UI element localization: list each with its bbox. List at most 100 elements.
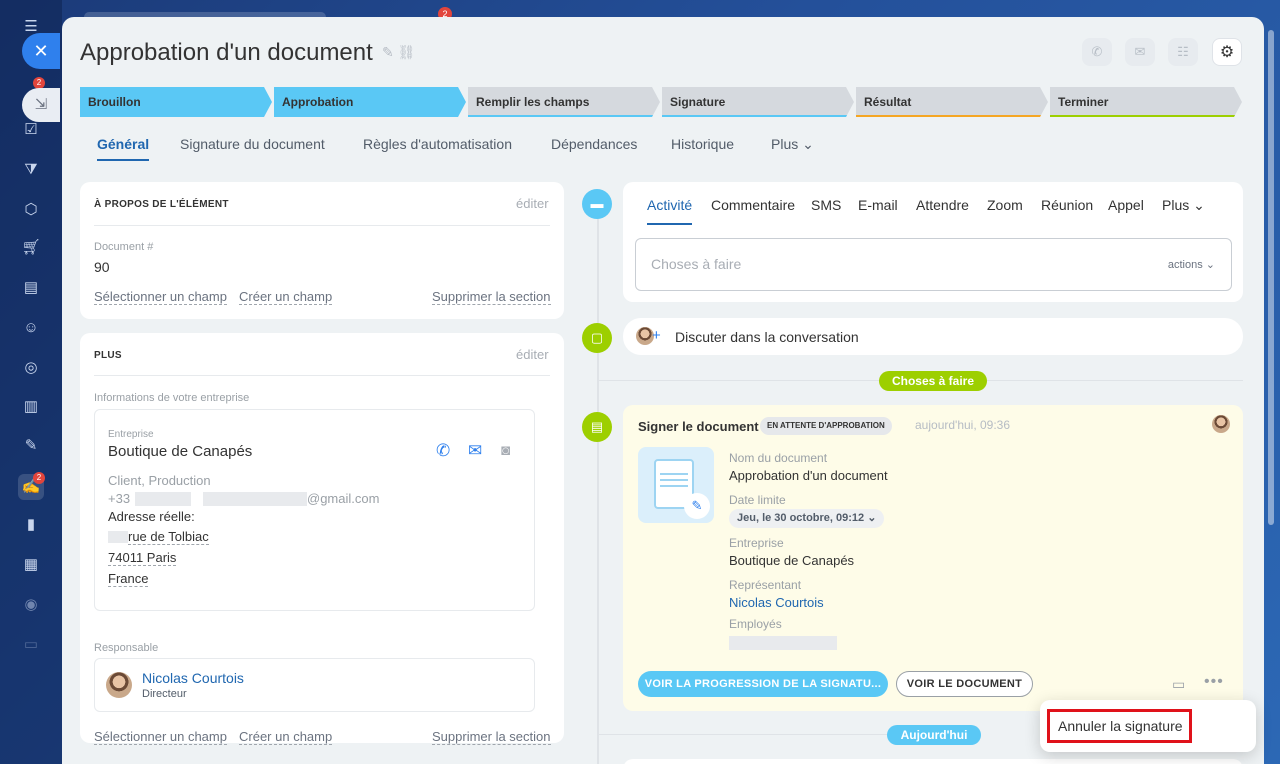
tab-comment[interactable]: Commentaire (711, 197, 795, 213)
stage-resultat[interactable]: Résultat (856, 87, 1048, 117)
doc-number-label: Document # (94, 241, 154, 253)
phone-icon[interactable]: ✆ (1082, 38, 1112, 66)
mail-icon[interactable]: ✉ (1125, 38, 1155, 66)
section-title: PLUS (94, 350, 122, 361)
chat-icon[interactable]: ◙ (501, 442, 510, 459)
edit-link[interactable]: éditer (516, 196, 549, 211)
chat-bar[interactable]: + Discuter dans la conversation (623, 318, 1243, 355)
select-field-link[interactable]: Sélectionner un champ (94, 729, 227, 745)
chevron-down-icon: ⌄ (867, 512, 877, 524)
pen-icon[interactable]: ✎ (21, 436, 41, 456)
avatar (106, 672, 132, 698)
responsible-name[interactable]: Nicolas Courtois (142, 670, 244, 686)
analytics-icon[interactable]: ▮ (21, 515, 41, 535)
deadline-label: Date limite (729, 493, 786, 507)
doc-number-value: 90 (94, 259, 110, 275)
create-field-link[interactable]: Créer un champ (239, 729, 333, 745)
box-icon[interactable]: ⬡ (21, 200, 41, 220)
comment-bubble-icon: ▬ (582, 189, 612, 219)
company-block: Entreprise Boutique de Canapés ✆ ✉ ◙ Cli… (94, 409, 535, 611)
page-title: Approbation d'un document (80, 39, 373, 66)
email-redacted (203, 492, 307, 506)
phone-redacted (135, 492, 191, 506)
tab-more[interactable]: Plus ⌄ (771, 136, 814, 153)
tab-activity[interactable]: Activité (647, 197, 693, 225)
todo-placeholder: Choses à faire (651, 256, 742, 272)
timeline-line (597, 207, 599, 764)
tab-meeting[interactable]: Réunion (1041, 197, 1093, 213)
delete-section-link[interactable]: Supprimer la section (432, 289, 551, 305)
city[interactable]: 74011 Paris (108, 550, 177, 566)
pencil-icon[interactable]: ✎ (382, 44, 394, 60)
building-icon[interactable]: ▥ (21, 397, 41, 417)
tab-automation[interactable]: Règles d'automatisation (363, 136, 512, 152)
select-field-link[interactable]: Sélectionner un champ (94, 289, 227, 305)
doc-name-label: Nom du document (729, 451, 828, 465)
cancel-signature-menu-item[interactable]: Annuler la signature (1047, 709, 1192, 743)
tab-dependencies[interactable]: Dépendances (551, 136, 637, 152)
tab-call[interactable]: Appel (1108, 197, 1144, 213)
close-icon[interactable]: ✕ (22, 33, 60, 69)
note-icon[interactable]: ▭ (1172, 676, 1185, 693)
contact-card-icon[interactable]: ▤ (21, 278, 41, 298)
stage-signature[interactable]: Signature (662, 87, 854, 117)
company-name: Boutique de Canapés (729, 553, 855, 568)
tab-wait[interactable]: Attendre (916, 197, 969, 213)
scrollbar[interactable] (1268, 30, 1274, 525)
street[interactable]: rue de Tolbiac (128, 529, 209, 545)
cart-icon[interactable]: 🛒︎ (21, 238, 41, 258)
stage-terminer[interactable]: Terminer (1050, 87, 1242, 117)
gear-icon[interactable]: ⚙ (1212, 38, 1242, 66)
collapse-icon[interactable]: ⇲ (22, 88, 60, 122)
edit-link[interactable]: éditer (516, 347, 549, 362)
calendar-icon[interactable]: ▦ (21, 555, 41, 575)
stage-brouillon[interactable]: Brouillon (80, 87, 272, 117)
chevron-down-icon: ⌄ (1193, 197, 1205, 213)
document-thumbnail-icon[interactable]: ✎ (638, 447, 714, 523)
tab-history[interactable]: Historique (671, 136, 734, 152)
tab-signature[interactable]: Signature du document (180, 136, 325, 152)
more-icon[interactable]: ••• (1204, 673, 1224, 691)
view-document-button[interactable]: VOIR LE DOCUMENT (896, 671, 1033, 697)
view-signing-progress-button[interactable]: VOIR LA PROGRESSION DE LA SIGNATU... (638, 671, 888, 697)
tab-more[interactable]: Plus ⌄ (1162, 197, 1205, 214)
street-number-redacted (108, 531, 128, 543)
help-icon[interactable]: ◉ (21, 595, 41, 615)
filter-icon[interactable]: ⧩ (21, 160, 41, 180)
sign-title[interactable]: Signer le document (638, 419, 759, 434)
today-pill: Aujourd'hui (887, 725, 981, 745)
plus-card: PLUS éditer Informations de votre entrep… (80, 333, 564, 745)
tab-sms[interactable]: SMS (811, 197, 841, 213)
rep-label: Représentant (729, 578, 802, 592)
company-label: Entreprise (108, 429, 154, 440)
tasks-icon[interactable]: ☑ (21, 120, 41, 140)
delete-section-link[interactable]: Supprimer la section (432, 729, 551, 745)
tab-general[interactable]: Général (97, 136, 150, 161)
title-actions: ✎ ⛓ (382, 44, 415, 61)
email-suffix: @gmail.com (307, 491, 380, 506)
deadline-chip[interactable]: Jeu, le 30 octobre, 09:12 ⌄ (729, 509, 885, 528)
rep-name[interactable]: Nicolas Courtois (729, 595, 824, 610)
about-card: À PROPOS DE L'ÉLÉMENT éditer Document # … (80, 182, 564, 319)
todo-input[interactable]: Choses à faire actions ⌄ (635, 238, 1232, 291)
stage-approbation[interactable]: Approbation (274, 87, 466, 117)
country[interactable]: France (108, 571, 149, 587)
phone-icon[interactable]: ✆ (436, 441, 450, 461)
stage-remplir[interactable]: Remplir les champs (468, 87, 660, 117)
robot-icon[interactable]: ☺ (21, 318, 41, 338)
tab-email[interactable]: E-mail (858, 197, 898, 213)
plus-icon: + (652, 327, 661, 344)
tab-zoom[interactable]: Zoom (987, 197, 1023, 213)
mail-icon[interactable]: ✉ (468, 441, 482, 461)
create-field-link[interactable]: Créer un champ (239, 289, 333, 305)
extra-icon[interactable]: ▭ (21, 635, 41, 655)
target-icon[interactable]: ◎ (21, 358, 41, 378)
link-icon[interactable]: ⛓ (398, 44, 416, 60)
responsible-label: Responsable (94, 642, 159, 654)
company-label: Entreprise (729, 536, 784, 550)
actions-dropdown[interactable]: actions ⌄ (1168, 258, 1215, 271)
chevron-down-icon: ⌄ (802, 136, 814, 152)
chat-icon[interactable]: ☷ (1168, 38, 1198, 66)
section-title: À PROPOS DE L'ÉLÉMENT (94, 199, 229, 210)
company-name[interactable]: Boutique de Canapés (108, 443, 252, 460)
